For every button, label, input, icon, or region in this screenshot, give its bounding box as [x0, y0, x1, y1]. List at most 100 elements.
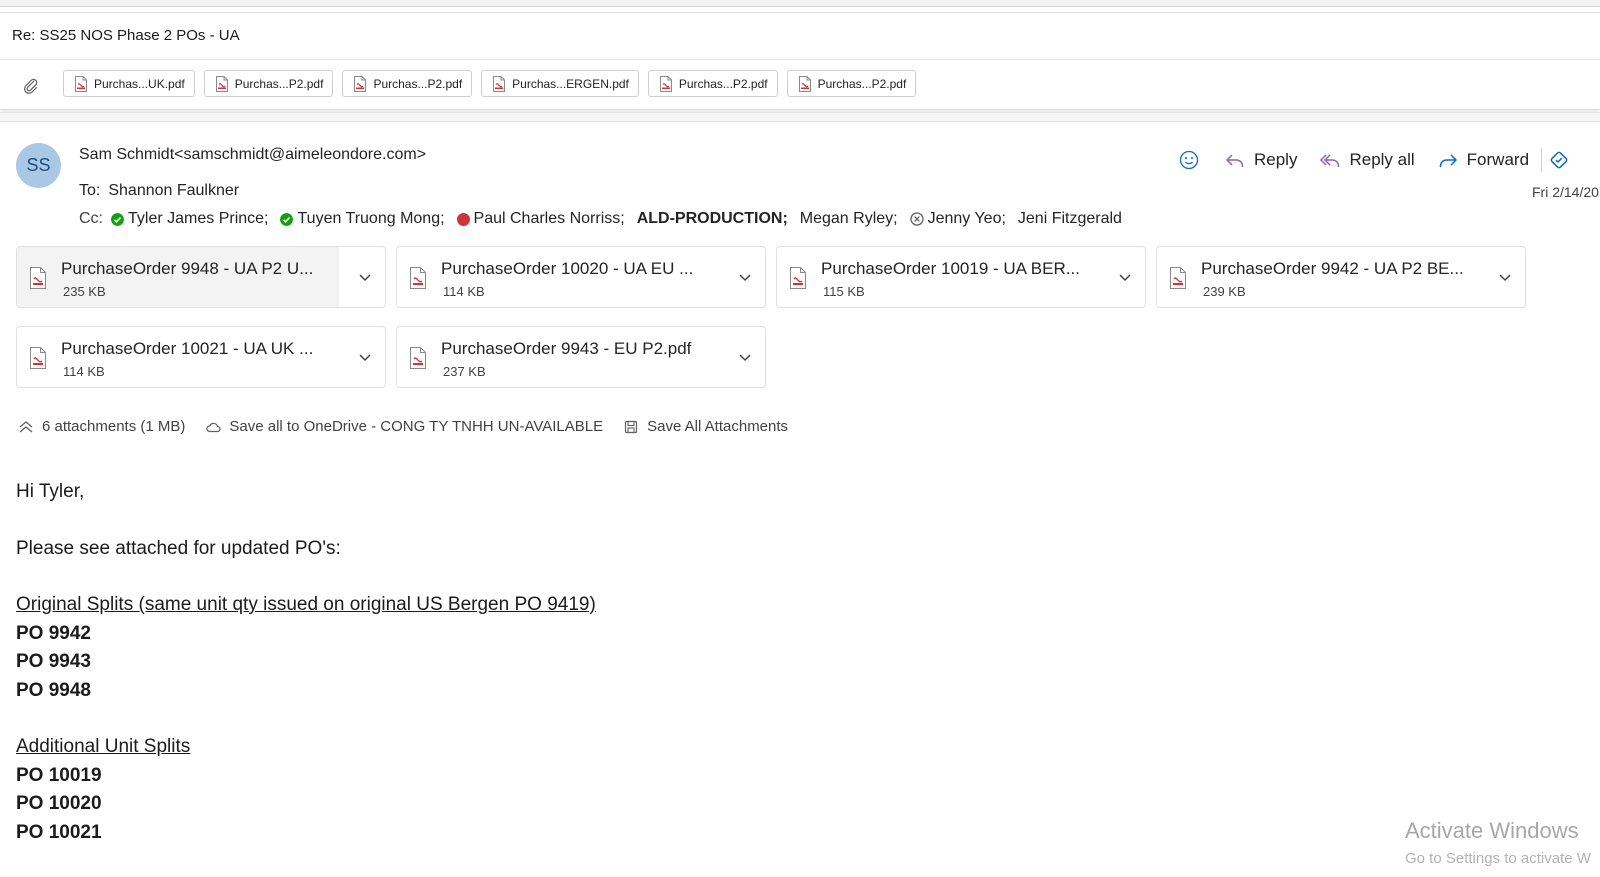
attachment-chip[interactable]: Purchas...P2.pdf — [203, 70, 334, 97]
attachment-name: PurchaseOrder 9948 - UA P2 U... — [61, 259, 314, 278]
po-line: PO 9943 — [16, 651, 91, 672]
loop-icon — [1550, 151, 1568, 169]
activation-watermark-subtext: Go to Settings to activate W — [1405, 850, 1591, 867]
sender-name[interactable]: Sam Schmidt<samschmidt@aimeleondore.com> — [79, 146, 426, 164]
to-line: To: Shannon Faulkner — [79, 182, 239, 200]
collapse-attachments-button[interactable]: 6 attachments (1 MB) — [18, 418, 185, 435]
po-line: PO 9948 — [16, 679, 91, 701]
cc-line: Cc: Tyler James Prince; Tuyen Truong Mon… — [79, 210, 1134, 228]
attachment-size: 115 KB — [823, 284, 865, 299]
pdf-file-icon — [30, 267, 46, 289]
attachment-card[interactable]: PurchaseOrder 9942 - UA P2 BE... 239 KB — [1156, 246, 1526, 308]
attachment-count: 6 attachments (1 MB) — [42, 418, 186, 435]
greeting: Hi Tyler, — [16, 481, 85, 502]
recipient[interactable]: Paul Charles Norriss; — [456, 210, 625, 228]
po-line: PO 10021 — [16, 821, 102, 843]
forward-label: Forward — [1466, 150, 1530, 169]
attachment-card[interactable]: PurchaseOrder 10021 - UA UK ... 114 KB — [16, 326, 386, 388]
avatar[interactable]: SS — [16, 143, 61, 188]
presence-busy-icon — [456, 212, 470, 226]
recipient[interactable]: ALD-PRODUCTION; — [637, 210, 788, 228]
pdf-file-icon — [75, 75, 87, 92]
emoji-reaction-button[interactable] — [1178, 149, 1200, 171]
chevron-down-icon[interactable] — [357, 269, 373, 285]
pdf-file-icon — [354, 75, 367, 92]
pdf-file-icon — [215, 75, 228, 92]
attachment-chip-label: Purchas...P2.pdf — [234, 76, 324, 91]
attachment-chip[interactable]: Purchas...P2.pdf — [786, 70, 917, 97]
attachment-chip-list: Purchas...UK.pdf Purchas...P2.pdf Purcha… — [63, 70, 917, 97]
attachment-chip-label: Purchas...P2.pdf — [678, 76, 768, 91]
divider — [0, 112, 1600, 122]
attachment-name: PurchaseOrder 9943 - EU P2.pdf — [441, 339, 692, 358]
recipient[interactable]: Tuyen Truong Mong; — [280, 210, 445, 228]
reply-all-label: Reply all — [1349, 150, 1415, 169]
presence-blocked-icon — [909, 212, 924, 226]
attachment-chip[interactable]: Purchas...UK.pdf — [63, 70, 195, 97]
chevron-down-icon[interactable] — [1117, 269, 1133, 285]
recipient-name: Tuyen Truong Mong; — [297, 210, 445, 227]
save-to-onedrive-button[interactable]: Save all to OneDrive - CONG TY TNHH UN-A… — [205, 418, 603, 435]
attachment-chip[interactable]: Purchas...ERGEN.pdf — [481, 70, 639, 97]
message-body: Hi Tyler, Please see attached for update… — [16, 478, 596, 847]
chevron-down-icon[interactable] — [737, 349, 753, 365]
chevron-down-icon[interactable] — [357, 349, 373, 365]
attachment-size: 237 KB — [443, 364, 486, 379]
divider — [0, 59, 1600, 60]
pdf-file-icon — [1170, 267, 1186, 289]
paperclip-icon — [23, 78, 38, 94]
po-line: PO 9942 — [16, 622, 91, 644]
recipient[interactable]: Jeni Fitzgerald — [1018, 210, 1122, 228]
save-icon — [625, 420, 638, 433]
attachment-size: 114 KB — [63, 364, 105, 379]
recipient[interactable]: Tyler James Prince; — [111, 210, 268, 228]
loop-button[interactable] — [1548, 149, 1570, 171]
pdf-file-icon — [493, 75, 506, 92]
forward-icon — [1439, 154, 1457, 167]
emoji-icon — [1179, 150, 1199, 170]
attachment-card[interactable]: PurchaseOrder 9948 - UA P2 U... 235 KB — [16, 246, 386, 308]
pdf-file-icon — [30, 347, 46, 369]
activation-watermark: Activate Windows — [1405, 818, 1579, 843]
pdf-file-icon — [659, 75, 672, 92]
recipient[interactable]: Shannon Faulkner — [108, 182, 239, 200]
forward-button[interactable]: Forward — [1437, 149, 1529, 171]
recipient-name: Megan Ryley; — [799, 210, 898, 227]
cc-label: Cc: — [79, 210, 103, 227]
attachment-card[interactable]: PurchaseOrder 9943 - EU P2.pdf 237 KB — [396, 326, 766, 388]
attachment-card[interactable]: PurchaseOrder 10019 - UA BER... 115 KB — [776, 246, 1146, 308]
save-all-attachments-button[interactable]: Save All Attachments — [623, 418, 788, 435]
presence-available-icon — [280, 212, 294, 226]
reply-button[interactable]: Reply — [1224, 149, 1297, 171]
window-top-edge — [0, 0, 1600, 7]
cloud-icon — [206, 422, 221, 432]
chevron-down-icon[interactable] — [1497, 269, 1513, 285]
chevron-down-icon[interactable] — [737, 269, 753, 285]
attachment-chip[interactable]: Purchas...P2.pdf — [647, 70, 778, 97]
save-all-label: Save All Attachments — [647, 418, 789, 435]
pdf-file-icon — [798, 75, 811, 92]
reply-all-icon — [1320, 154, 1340, 167]
po-line: PO 10020 — [16, 793, 102, 814]
reply-label: Reply — [1254, 150, 1298, 169]
divider — [1541, 148, 1543, 172]
attachment-chip[interactable]: Purchas...P2.pdf — [342, 70, 473, 97]
attachment-chip-label: Purchas...P2.pdf — [817, 76, 907, 91]
section-heading: Original Splits (same unit qty issued on… — [16, 594, 596, 615]
to-label: To: — [79, 182, 101, 199]
pdf-file-icon — [410, 267, 426, 289]
attachment-card[interactable]: PurchaseOrder 10020 - UA EU ... 114 KB — [396, 246, 766, 308]
reply-all-button[interactable]: Reply all — [1319, 149, 1415, 171]
recipient[interactable]: Jenny Yeo; — [909, 210, 1006, 228]
chevron-double-up-icon — [19, 420, 33, 432]
attachment-name: PurchaseOrder 10020 - UA EU ... — [441, 259, 694, 278]
attachment-name: PurchaseOrder 10021 - UA UK ... — [61, 339, 314, 358]
attachment-name: PurchaseOrder 10019 - UA BER... — [821, 259, 1080, 278]
attachment-size: 114 KB — [443, 284, 485, 299]
recipient[interactable]: Megan Ryley; — [800, 210, 898, 228]
pdf-file-icon — [410, 347, 426, 369]
message-actions: Reply Reply all Forward — [1178, 146, 1570, 174]
attachment-chip-label: Purchas...ERGEN.pdf — [512, 76, 629, 91]
